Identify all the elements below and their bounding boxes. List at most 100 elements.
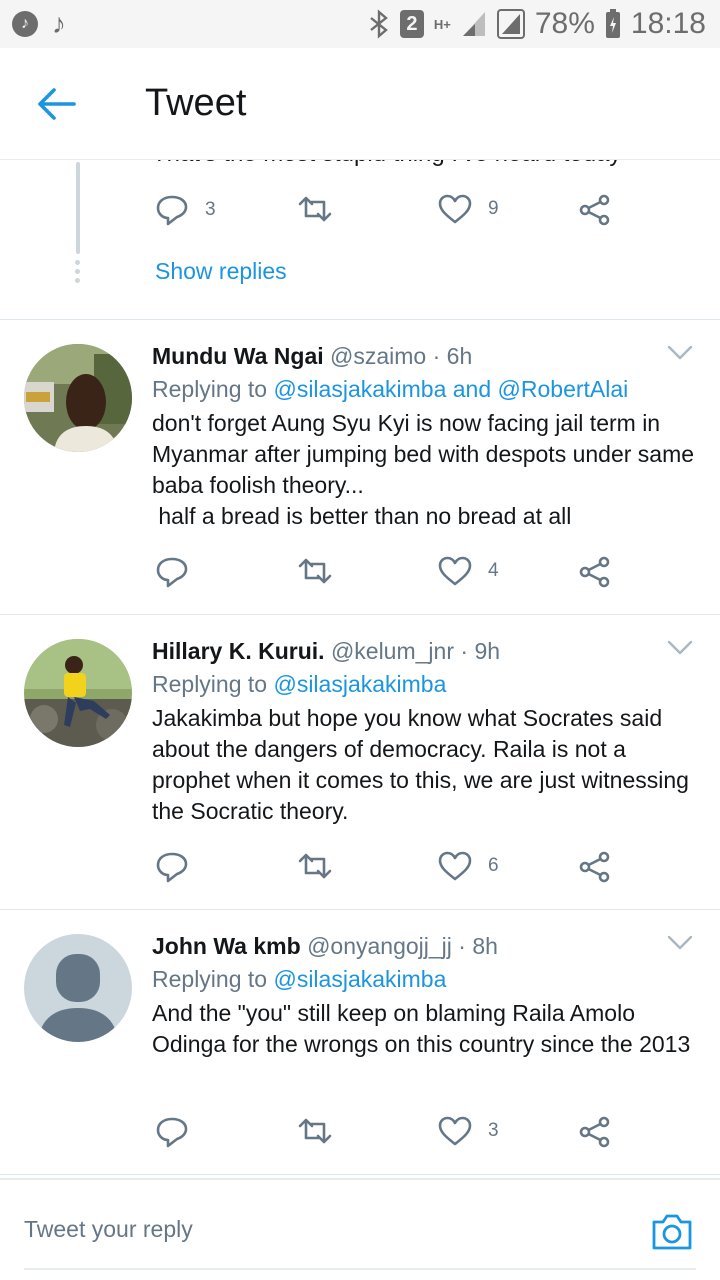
retweet-icon (298, 853, 332, 879)
share-button[interactable] (578, 556, 612, 588)
tweet-time: 9h (474, 638, 501, 664)
tweet-item[interactable]: Mundu Wa Ngai @szaimo · 6h Replying to @… (0, 320, 720, 615)
tweet-header: Mundu Wa Ngai @szaimo · 6h (152, 340, 700, 372)
retweet-icon (298, 196, 332, 222)
reply-input[interactable]: Tweet your reply (24, 1216, 193, 1243)
status-bar: ♪ ♪ 2 H+ 78% 18:18 (0, 0, 720, 48)
battery-icon (605, 9, 620, 38)
separator-dot: · (458, 933, 466, 959)
replying-prefix: Replying to (152, 966, 268, 992)
share-icon (579, 1116, 610, 1148)
partial-reply[interactable]: That's the most stupid thing I've heard … (0, 160, 720, 320)
replying-mentions[interactable]: @silasjakakimba (273, 966, 446, 992)
like-count: 9 (488, 198, 499, 219)
music-icon: ♪ (52, 8, 66, 39)
like-icon (438, 556, 472, 586)
retweet-button[interactable] (297, 194, 333, 224)
replying-mentions[interactable]: @silasjakakimba (273, 671, 446, 697)
replying-prefix: Replying to (152, 376, 268, 402)
tweet-text: And the "you" still keep on blaming Rail… (152, 1000, 691, 1057)
like-button[interactable]: 3 (438, 1116, 499, 1146)
reply-icon (156, 557, 188, 588)
replying-to: Replying to @silasjakakimba (152, 962, 700, 996)
retweet-button[interactable] (297, 851, 349, 881)
tweet-body: John Wa kmb @onyangojj_jj · 8h Replying … (152, 930, 700, 1060)
like-icon (438, 1116, 472, 1146)
share-button[interactable] (578, 1116, 612, 1148)
tweet-actions: 6 (155, 851, 635, 891)
share-button[interactable] (578, 194, 612, 226)
replying-mentions[interactable]: @silasjakakimba and @RobertAlai (273, 376, 628, 402)
tweet-item[interactable]: John Wa kmb @onyangojj_jj · 8h Replying … (0, 910, 720, 1175)
sim-indicator: 2 (399, 10, 424, 38)
signal-icon-2 (496, 9, 525, 39)
signal-icon (462, 12, 485, 36)
tweet-time: 6h (446, 343, 473, 369)
author-handle[interactable]: @szaimo (330, 343, 426, 369)
reply-button[interactable] (155, 851, 205, 883)
like-icon (438, 851, 472, 881)
retweet-button[interactable] (297, 556, 349, 586)
reply-button[interactable]: 3 (155, 194, 216, 226)
reply-icon (156, 195, 188, 226)
reply-icon (156, 852, 188, 883)
reply-count: 3 (205, 199, 216, 220)
share-icon (579, 194, 610, 226)
chevron-down-icon[interactable] (666, 934, 694, 952)
author-name[interactable]: John Wa kmb (152, 933, 301, 959)
tweet-time: 8h (472, 933, 498, 959)
tweet-header: John Wa kmb @onyangojj_jj · 8h (152, 930, 700, 962)
app-bar: Tweet (0, 48, 720, 160)
input-underline (24, 1268, 696, 1270)
thread-dots (75, 260, 81, 287)
retweet-icon (298, 1118, 332, 1144)
thread-line (76, 162, 80, 254)
like-button[interactable]: 6 (438, 851, 499, 881)
reply-feed[interactable]: That's the most stupid thing I've heard … (0, 160, 720, 1178)
chevron-down-icon[interactable] (666, 639, 694, 657)
like-count: 3 (488, 1120, 499, 1141)
camera-icon[interactable] (650, 1212, 694, 1252)
avatar[interactable] (24, 934, 132, 1042)
tweet-actions: 4 (155, 556, 635, 596)
tweet-text: Jakakimba but hope you know what Socrate… (152, 705, 696, 824)
chevron-down-icon[interactable] (666, 344, 694, 362)
retweet-button[interactable] (297, 1116, 349, 1146)
partial-reply-text: That's the most stupid thing I've heard … (152, 160, 621, 168)
separator-dot: · (460, 638, 469, 664)
avatar[interactable] (24, 639, 132, 747)
like-button[interactable]: 9 (438, 194, 499, 224)
share-button[interactable] (578, 851, 612, 883)
reply-button[interactable] (155, 1116, 205, 1148)
separator-dot: · (432, 343, 441, 369)
like-button[interactable]: 4 (438, 556, 499, 586)
replying-to: Replying to @silasjakakimba and @RobertA… (152, 372, 700, 406)
author-name[interactable]: Hillary K. Kurui. (152, 638, 325, 664)
replying-to: Replying to @silasjakakimba (152, 667, 700, 701)
tweet-text: don't forget Aung Syu Kyi is now facing … (152, 410, 695, 529)
tweet-item[interactable]: Hillary K. Kurui. @kelum_jnr · 9h Replyi… (0, 615, 720, 910)
tweet-body: Mundu Wa Ngai @szaimo · 6h Replying to @… (152, 340, 700, 532)
tweet-actions: 3 (155, 1116, 635, 1156)
retweet-icon (298, 558, 332, 584)
share-icon (579, 556, 610, 588)
music-app-icon: ♪ (12, 11, 38, 37)
like-count: 4 (488, 560, 499, 581)
back-arrow-icon[interactable] (34, 82, 78, 126)
author-handle[interactable]: @onyangojj_jj (307, 933, 452, 959)
tweet-header: Hillary K. Kurui. @kelum_jnr · 9h (152, 635, 700, 667)
battery-percentage: 78% (534, 7, 595, 40)
network-type: H+ (433, 16, 451, 32)
avatar[interactable] (24, 344, 132, 452)
bluetooth-icon (370, 9, 388, 39)
author-name[interactable]: Mundu Wa Ngai (152, 343, 324, 369)
like-count: 6 (488, 855, 499, 876)
show-replies-link[interactable]: Show replies (155, 258, 287, 285)
tweet-body: Hillary K. Kurui. @kelum_jnr · 9h Replyi… (152, 635, 700, 827)
reply-icon (156, 1117, 188, 1148)
author-handle[interactable]: @kelum_jnr (331, 638, 454, 664)
share-icon (579, 851, 610, 883)
reply-composer: Tweet your reply (0, 1178, 720, 1280)
reply-button[interactable] (155, 556, 205, 588)
tweet-actions: 3 9 (155, 194, 635, 234)
